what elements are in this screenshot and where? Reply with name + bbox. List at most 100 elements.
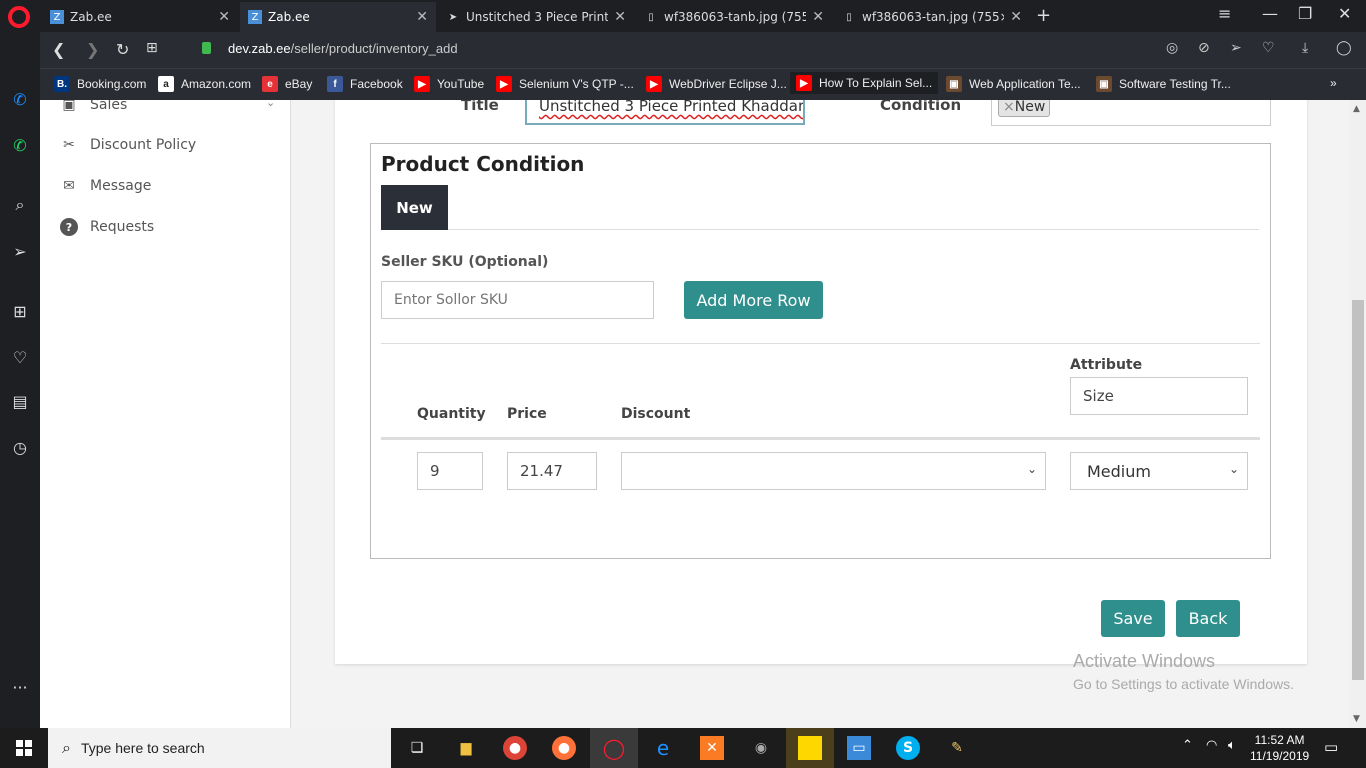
cube-icon: ▣: [946, 76, 962, 92]
browser-tab[interactable]: ▯ wf386063-tanb.jpg (755×1 ✕: [636, 2, 832, 32]
close-tab-icon[interactable]: ✕: [416, 9, 428, 25]
system-clock[interactable]: 11:52 AM 11/19/2019: [1250, 732, 1309, 764]
back-icon[interactable]: ❮: [52, 40, 65, 59]
browser-tab-active[interactable]: Z Zab.ee ✕: [240, 2, 436, 32]
close-tab-icon[interactable]: ✕: [1010, 9, 1022, 25]
taskbar-search[interactable]: ⌕ Type here to search: [48, 728, 391, 768]
save-button[interactable]: Save: [1101, 600, 1165, 637]
clock-icon[interactable]: ◷: [9, 436, 31, 458]
sidebar-item-message[interactable]: ✉ Message: [60, 177, 151, 195]
search-icon: ⌕: [62, 738, 71, 757]
heart-icon[interactable]: ♡: [9, 346, 31, 368]
forward-icon[interactable]: ❯: [86, 40, 99, 59]
youtube-icon: ▶: [414, 76, 430, 92]
opera-sidebar: ✆ ✆ ⌕ ➢ ⊞ ♡ ▤ ◷ ···: [0, 32, 40, 728]
attribute-size-field[interactable]: Size: [1070, 377, 1248, 415]
bookmark-facebook[interactable]: f Facebook: [327, 76, 403, 92]
notifications-icon[interactable]: ▭: [1324, 738, 1338, 756]
send-icon[interactable]: ➢: [9, 240, 31, 262]
back-button[interactable]: Back: [1176, 600, 1240, 637]
chrome-icon[interactable]: ●: [503, 736, 527, 760]
search-icon[interactable]: ⌕: [9, 194, 31, 216]
scroll-down-icon[interactable]: ▼: [1353, 714, 1360, 724]
quantity-input[interactable]: 9: [417, 452, 483, 490]
grid-icon[interactable]: ⊞: [9, 300, 31, 322]
title-input[interactable]: Unstitched 3 Piece Printed Khaddar: [525, 100, 805, 125]
bookmark-webdriver[interactable]: ▶ WebDriver Eclipse J...: [646, 76, 787, 92]
reload-icon[interactable]: ↻: [116, 40, 129, 59]
close-window-icon[interactable]: ✕: [1338, 4, 1351, 23]
opera-logo-icon[interactable]: [8, 6, 30, 28]
cube-icon: ▣: [1096, 76, 1112, 92]
browser-tab[interactable]: ➤ Unstitched 3 Piece Printed ✕: [438, 2, 634, 32]
close-tab-icon[interactable]: ✕: [614, 9, 626, 25]
bookmark-booking[interactable]: B. Booking.com: [54, 76, 146, 92]
more-options-icon[interactable]: ···: [9, 676, 31, 698]
camera-icon[interactable]: ◎: [1166, 40, 1178, 56]
download-icon[interactable]: ⤓: [1302, 40, 1308, 56]
edge-icon[interactable]: e: [651, 736, 675, 760]
size-select[interactable]: Medium ⌄: [1070, 452, 1248, 490]
scroll-thumb[interactable]: [1352, 300, 1364, 680]
add-more-row-button[interactable]: Add More Row: [684, 281, 823, 319]
send-icon[interactable]: ➢: [1230, 40, 1242, 56]
windows-taskbar: ⌕ Type here to search ❏ ▆ ● ● ◯ e ✕ ◉ ▭ …: [0, 728, 1366, 768]
price-input[interactable]: 21.47: [507, 452, 597, 490]
bookmarks-bar: B. Booking.com a Amazon.com e eBay f Faceboo…: [40, 68, 1366, 100]
browser-tab-strip: Z Zab.ee ✕ Z Zab.ee ✕ ➤ Unstitched 3 Pie…: [0, 0, 1366, 32]
minimize-icon[interactable]: —: [1262, 4, 1278, 23]
page-scrollbar[interactable]: ▲ ▼: [1350, 100, 1366, 728]
messenger-icon[interactable]: ✆: [9, 88, 31, 110]
remove-chip-icon[interactable]: ×: [1003, 100, 1015, 115]
url-field[interactable]: dev.zab.ee/seller/product/inventory_add: [228, 41, 458, 56]
bookmark-ebay[interactable]: e eBay: [262, 76, 312, 92]
user-icon[interactable]: ◯: [1336, 40, 1352, 56]
file-icon: ▯: [648, 11, 654, 23]
condition-select[interactable]: ×New: [991, 100, 1271, 126]
file-explorer-icon[interactable]: ▆: [454, 736, 478, 760]
tray-chevron-up-icon[interactable]: ⌃: [1182, 738, 1193, 753]
sidebar-item-requests[interactable]: ? Requests: [60, 218, 154, 236]
browser-tab[interactable]: ▯ wf386063-tan.jpg (755×11 ✕: [834, 2, 1030, 32]
new-tab-icon[interactable]: +: [1036, 5, 1051, 26]
discount-select[interactable]: ⌄: [621, 452, 1046, 490]
adblock-icon[interactable]: ⊘: [1198, 40, 1210, 56]
bookmark-web-app[interactable]: ▣ Web Application Te...: [946, 76, 1081, 92]
bookmark-how-to-explain[interactable]: ▶ How To Explain Sel...: [790, 72, 939, 94]
browser-tab[interactable]: Z Zab.ee ✕: [42, 2, 238, 32]
globe-icon[interactable]: ◉: [749, 736, 773, 760]
volume-icon[interactable]: 🔈︎: [1228, 738, 1236, 753]
file-icon: ▯: [846, 11, 852, 23]
sku-input[interactable]: [381, 281, 654, 319]
scroll-up-icon[interactable]: ▲: [1353, 104, 1360, 114]
restore-icon[interactable]: ❐: [1298, 4, 1312, 23]
wifi-icon[interactable]: ◠: [1206, 738, 1217, 753]
sticky-notes-icon[interactable]: [798, 736, 822, 760]
remote-desktop-icon[interactable]: ▭: [847, 736, 871, 760]
bookmark-software-testing[interactable]: ▣ Software Testing Tr...: [1096, 76, 1231, 92]
paint-icon[interactable]: ✎: [945, 736, 969, 760]
bookmark-amazon[interactable]: a Amazon.com: [158, 76, 251, 92]
sidebar-item-discount-policy[interactable]: ✂ Discount Policy: [60, 136, 196, 154]
skype-icon[interactable]: S: [896, 736, 920, 760]
heart-icon[interactable]: ♡: [1262, 40, 1275, 56]
history-page-icon[interactable]: ▤: [9, 390, 31, 412]
xampp-icon[interactable]: ✕: [700, 736, 724, 760]
close-tab-icon[interactable]: ✕: [812, 9, 824, 25]
condition-chip: ×New: [998, 100, 1051, 117]
bookmark-youtube[interactable]: ▶ YouTube: [414, 76, 484, 92]
tab-new[interactable]: New: [381, 185, 448, 230]
firefox-icon[interactable]: ●: [552, 736, 576, 760]
bookmark-selenium[interactable]: ▶ Selenium V's QTP -...: [496, 76, 634, 92]
opera-icon[interactable]: ◯: [602, 736, 626, 760]
whatsapp-icon[interactable]: ✆: [9, 134, 31, 156]
more-bookmarks-icon[interactable]: »: [1330, 76, 1337, 90]
tab-menu-icon[interactable]: ≡: [1218, 4, 1231, 23]
task-view-icon[interactable]: ❏: [405, 736, 429, 760]
start-button[interactable]: [0, 728, 48, 768]
close-tab-icon[interactable]: ✕: [218, 9, 230, 25]
speed-dial-icon[interactable]: ⊞: [146, 40, 158, 56]
column-discount: Discount: [621, 406, 691, 422]
sidebar-item-sales[interactable]: ▣ Sales ⌄: [60, 100, 275, 114]
facebook-icon: f: [327, 76, 343, 92]
